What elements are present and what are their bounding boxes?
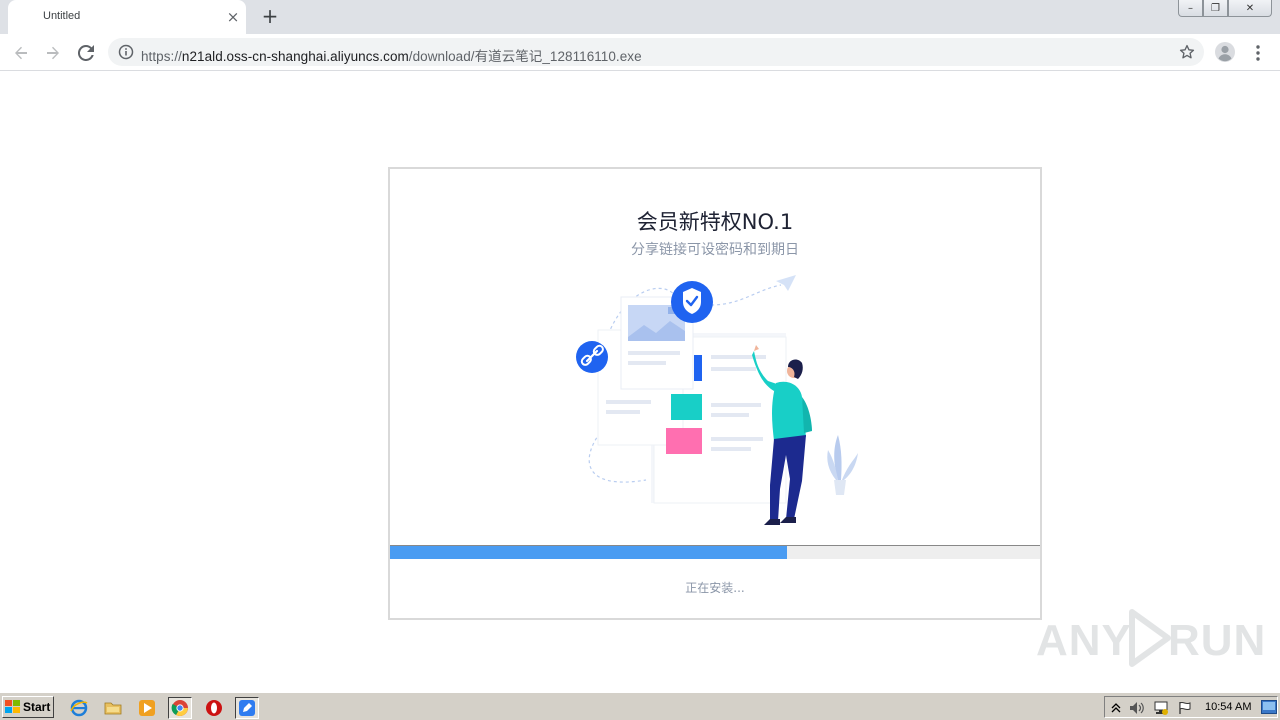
install-progress-bar bbox=[390, 545, 1040, 559]
action-center-flag-icon[interactable] bbox=[1177, 700, 1193, 716]
restore-button[interactable]: ❐ bbox=[1203, 0, 1228, 17]
back-button[interactable] bbox=[8, 40, 34, 66]
taskbar-clock[interactable]: 10:54 AM bbox=[1205, 701, 1251, 713]
bookmark-star-icon[interactable] bbox=[1178, 43, 1196, 61]
installer-title: 会员新特权NO.1 bbox=[636, 210, 794, 234]
tab-title: Untitled bbox=[43, 10, 81, 22]
installer-subtitle: 分享链接可设密码和到期日 bbox=[631, 242, 799, 258]
start-label: Start bbox=[23, 700, 51, 714]
installer-app-icon[interactable] bbox=[235, 697, 259, 719]
share-illustration bbox=[576, 275, 858, 525]
browser-tab[interactable]: Untitled × bbox=[8, 0, 246, 34]
windows-logo-icon bbox=[5, 700, 20, 713]
window-controls: – ❐ ✕ bbox=[1178, 0, 1272, 18]
kebab-menu-icon[interactable] bbox=[1249, 42, 1267, 64]
install-progress-fill bbox=[390, 546, 787, 559]
system-tray: 10:54 AM bbox=[1104, 696, 1278, 718]
play-logo-icon bbox=[1129, 609, 1171, 667]
reload-button[interactable] bbox=[73, 40, 99, 66]
anyrun-watermark: ANY RUN bbox=[1036, 604, 1265, 674]
media-player-icon[interactable] bbox=[137, 698, 157, 718]
url-host: n21ald.oss-cn-shanghai.aliyuncs.com bbox=[181, 49, 409, 64]
reload-icon bbox=[78, 45, 94, 61]
minimize-button[interactable]: – bbox=[1178, 0, 1203, 17]
profile-avatar-icon[interactable] bbox=[1214, 41, 1236, 63]
ie-icon[interactable] bbox=[69, 698, 89, 718]
arrow-right-icon bbox=[47, 46, 59, 60]
tab-strip: Untitled × + – ❐ ✕ bbox=[0, 0, 1280, 34]
tab-close-icon[interactable]: × bbox=[224, 8, 242, 26]
arrow-left-icon bbox=[15, 46, 27, 60]
explorer-folder-icon[interactable] bbox=[103, 698, 123, 718]
url-path: /download/有道云笔记_128116110.exe bbox=[408, 49, 642, 64]
info-icon[interactable] bbox=[118, 44, 134, 60]
browser-toolbar: https://n21ald.oss-cn-shanghai.aliyuncs.… bbox=[0, 34, 1280, 71]
new-tab-button[interactable]: + bbox=[259, 5, 281, 27]
watermark-text-right: RUN bbox=[1168, 616, 1267, 665]
start-button[interactable]: Start bbox=[2, 696, 54, 718]
address-bar[interactable]: https://n21ald.oss-cn-shanghai.aliyuncs.… bbox=[108, 38, 1204, 66]
volume-icon[interactable] bbox=[1129, 700, 1145, 716]
installer-window: 会员新特权NO.1 分享链接可设密码和到期日 正在安装... bbox=[388, 167, 1042, 620]
install-status-text: 正在安装... bbox=[685, 581, 745, 595]
show-desktop-icon[interactable] bbox=[1261, 700, 1277, 714]
watermark-text-left: ANY bbox=[1036, 616, 1132, 665]
chrome-icon[interactable] bbox=[168, 697, 192, 719]
windows-taskbar: Start 10:54 AM bbox=[0, 692, 1280, 720]
network-icon[interactable] bbox=[1153, 700, 1169, 716]
url-text[interactable]: https://n21ald.oss-cn-shanghai.aliyuncs.… bbox=[141, 45, 642, 65]
tray-expand-icon[interactable] bbox=[1108, 700, 1124, 716]
forward-button[interactable] bbox=[40, 40, 66, 66]
opera-icon[interactable] bbox=[204, 698, 224, 718]
close-window-button[interactable]: ✕ bbox=[1228, 0, 1272, 17]
url-scheme: https:// bbox=[141, 49, 182, 64]
